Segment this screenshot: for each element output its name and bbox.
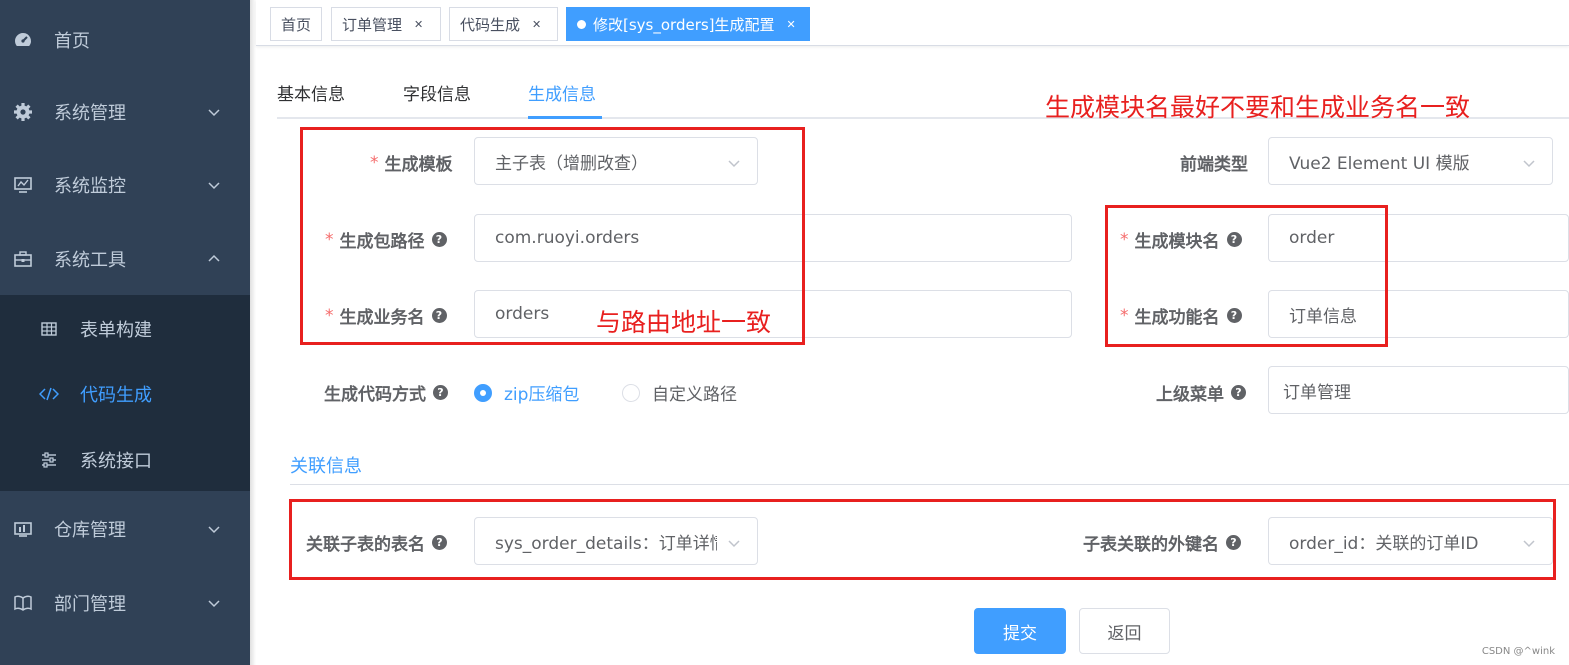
module-input[interactable]: order xyxy=(1268,214,1569,262)
sub-table-label: 关联子表的表名? xyxy=(306,530,447,555)
parent-menu-select[interactable]: 订单管理 xyxy=(1268,366,1569,414)
sliders-icon xyxy=(38,449,60,471)
close-icon[interactable]: ✕ xyxy=(787,18,796,31)
sidebar-item-department[interactable]: 部门管理 xyxy=(0,575,250,631)
business-input[interactable]: orders xyxy=(474,290,1072,338)
tag-label: 代码生成 xyxy=(460,15,521,34)
question-icon[interactable]: ? xyxy=(1226,232,1242,247)
monitor-icon xyxy=(12,174,34,196)
sidebar-item-system-tools[interactable]: 系统工具 xyxy=(0,231,250,287)
chevron-down-icon xyxy=(1522,535,1536,549)
frontend-type-label: 前端类型 xyxy=(1180,155,1248,175)
submit-button[interactable]: 提交 xyxy=(974,608,1066,654)
sidebar-item-label: 系统接口 xyxy=(80,451,152,472)
question-icon[interactable]: ? xyxy=(431,308,447,323)
annotation-text-route-note: 与路由地址一致 xyxy=(596,308,772,337)
package-input[interactable]: com.ruoyi.orders xyxy=(474,214,1072,262)
tag-home[interactable]: 首页 xyxy=(270,7,323,41)
close-icon[interactable]: ✕ xyxy=(414,18,423,31)
question-icon[interactable]: ? xyxy=(433,385,448,400)
chevron-down-icon xyxy=(206,595,222,611)
sidebar-item-label: 系统管理 xyxy=(54,103,126,124)
frontend-type-select[interactable]: Vue2 Element UI 模版 xyxy=(1268,137,1553,185)
sidebar-item-system-api[interactable]: 系统接口 xyxy=(0,432,250,488)
sidebar-item-warehouse[interactable]: 仓库管理 xyxy=(0,501,250,557)
chevron-up-icon xyxy=(206,251,222,267)
tab-basic-info[interactable]: 基本信息 xyxy=(277,80,345,105)
tab-active-indicator xyxy=(528,116,602,119)
question-icon[interactable]: ? xyxy=(1226,535,1241,550)
question-icon[interactable]: ? xyxy=(431,232,447,247)
gear-icon xyxy=(12,101,34,123)
business-label: * 生成业务名? xyxy=(325,303,447,328)
sidebar-item-label: 代码生成 xyxy=(80,385,152,406)
chevron-down-icon xyxy=(1522,155,1536,169)
question-icon[interactable]: ? xyxy=(1231,385,1246,400)
sidebar-item-code-generation[interactable]: 代码生成 xyxy=(0,366,250,422)
relation-section-title: 关联信息 xyxy=(290,456,362,477)
tag-label: 修改[sys_orders]生成配置 xyxy=(593,15,775,34)
chevron-down-icon xyxy=(206,104,222,120)
watermark: CSDN @^wink xyxy=(1481,646,1555,657)
sidebar-submenu-system-tools: 表单构建 代码生成 系统接口 xyxy=(0,295,250,491)
sidebar-item-form-builder[interactable]: 表单构建 xyxy=(0,301,250,357)
book-icon xyxy=(12,592,34,614)
code-icon xyxy=(38,383,60,405)
toolbox-icon xyxy=(12,248,34,270)
foreign-key-select[interactable]: order_id：关联的订单ID xyxy=(1268,517,1553,565)
gen-type-label: 生成代码方式? xyxy=(324,380,448,405)
gen-type-zip-radio[interactable]: zip压缩包 xyxy=(474,380,579,405)
dashboard-icon xyxy=(12,29,34,51)
function-label: * 生成功能名? xyxy=(1120,303,1242,328)
active-dot-icon xyxy=(577,19,586,29)
close-icon[interactable]: ✕ xyxy=(532,18,541,31)
chevron-down-icon xyxy=(206,177,222,193)
sidebar-item-label: 部门管理 xyxy=(54,594,126,615)
relation-divider xyxy=(290,484,1569,485)
module-label: * 生成模块名? xyxy=(1120,227,1242,252)
sidebar: 首页 系统管理 系统监控 系统工具 表单构建 代码生成 系统接口 仓库管理 部门… xyxy=(0,0,250,665)
sidebar-item-label: 首页 xyxy=(54,31,90,52)
function-input[interactable]: 订单信息 xyxy=(1268,290,1569,338)
parent-menu-label: 上级菜单? xyxy=(1156,380,1246,405)
sidebar-shadow xyxy=(250,0,256,665)
gen-type-custom-path-radio[interactable]: 自定义路径 xyxy=(622,380,737,405)
question-icon[interactable]: ? xyxy=(432,535,447,550)
sidebar-item-label: 表单构建 xyxy=(80,320,152,341)
chevron-down-icon xyxy=(727,535,741,549)
tag-order-management[interactable]: 订单管理 ✕ xyxy=(331,7,441,41)
template-select[interactable]: 主子表（增删改查） xyxy=(474,137,758,185)
tag-label: 首页 xyxy=(281,15,312,34)
foreign-key-label: 子表关联的外键名? xyxy=(1083,530,1241,555)
back-button[interactable]: 返回 xyxy=(1079,608,1170,654)
sidebar-item-label: 系统监控 xyxy=(54,176,126,197)
sidebar-item-home[interactable]: 首页 xyxy=(0,12,250,68)
annotation-text-module-note: 生成模块名最好不要和生成业务名一致 xyxy=(1045,93,1471,122)
warehouse-icon xyxy=(12,518,34,540)
sidebar-item-system-monitor[interactable]: 系统监控 xyxy=(0,157,250,213)
table-icon xyxy=(38,318,60,340)
sub-table-select[interactable]: sys_order_details：订单详情 xyxy=(474,517,758,565)
tag-edit-gen-config[interactable]: 修改[sys_orders]生成配置 ✕ xyxy=(566,7,810,41)
sidebar-item-label: 系统工具 xyxy=(54,250,126,271)
tab-field-info[interactable]: 字段信息 xyxy=(403,80,471,105)
app-root: 首页 系统管理 系统监控 系统工具 表单构建 代码生成 系统接口 仓库管理 部门… xyxy=(0,0,1569,665)
tag-code-generation[interactable]: 代码生成 ✕ xyxy=(449,7,558,41)
template-label: * 生成模板 xyxy=(370,152,453,176)
question-icon[interactable]: ? xyxy=(1226,308,1242,323)
chevron-down-icon xyxy=(206,521,222,537)
sidebar-item-system-management[interactable]: 系统管理 xyxy=(0,84,250,140)
tab-generation-info[interactable]: 生成信息 xyxy=(528,80,596,105)
chevron-down-icon xyxy=(727,155,741,169)
tag-label: 订单管理 xyxy=(342,15,403,34)
sidebar-item-label: 仓库管理 xyxy=(54,520,126,541)
package-label: * 生成包路径? xyxy=(325,227,447,252)
